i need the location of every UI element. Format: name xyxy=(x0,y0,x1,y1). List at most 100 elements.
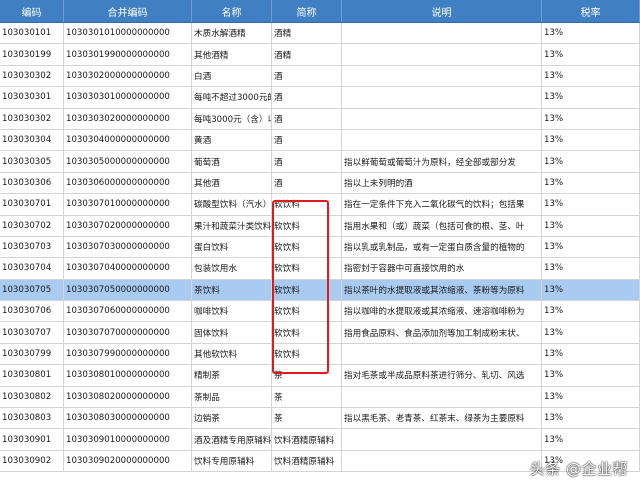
short-name-cell[interactable]: 软饮料 xyxy=(272,236,342,258)
tax-rate-cell[interactable]: 13% xyxy=(542,108,640,129)
table-row[interactable]: 103030305 1030305000000000000 葡萄酒酒指以鲜葡萄或葡萄… xyxy=(0,151,640,173)
merged-code-cell[interactable]: 1030307050000000000 xyxy=(64,279,192,301)
code-cell[interactable]: 103030199 xyxy=(0,44,64,65)
short-name-cell[interactable]: 酒 xyxy=(272,129,342,151)
code-cell[interactable]: 103030302 xyxy=(0,108,64,129)
name-cell[interactable]: 黄酒 xyxy=(192,129,272,151)
name-cell[interactable]: 葡萄酒 xyxy=(192,151,272,172)
merged-code-cell[interactable]: 1030308030000000000 xyxy=(64,408,192,429)
description-cell[interactable]: 指用食品原料、食品添加剂等加工制成粉末状、 xyxy=(342,322,542,343)
description-cell[interactable]: 指用水果和（或）蔬菜（包括可食的根、茎、叶 xyxy=(342,215,542,236)
name-cell[interactable]: 木质水解酒精 xyxy=(192,23,272,44)
code-cell[interactable]: 103030305 xyxy=(0,151,64,172)
short-name-cell[interactable]: 酒 xyxy=(272,87,342,108)
short-name-cell[interactable]: 酒精 xyxy=(272,44,342,65)
tax-rate-cell[interactable]: 13% xyxy=(542,23,640,44)
merged-code-cell[interactable]: 1030306000000000000 xyxy=(64,172,192,194)
code-cell[interactable]: 103030306 xyxy=(0,172,64,194)
tax-rate-cell[interactable]: 13% xyxy=(542,322,640,343)
description-cell[interactable] xyxy=(342,87,542,108)
table-row[interactable]: 103030199 1030301990000000000 其他酒精 酒精 13% xyxy=(0,44,640,66)
name-cell[interactable]: 白酒 xyxy=(192,65,272,87)
tax-rate-cell[interactable]: 13% xyxy=(542,279,640,301)
tax-rate-cell[interactable]: 13% xyxy=(542,343,640,365)
description-cell[interactable]: 指以黑毛茶、老青茶、红茶末、绿茶为主要原料 xyxy=(342,408,542,429)
short-name-cell[interactable]: 酒精 xyxy=(272,23,342,44)
name-cell[interactable]: 蛋白饮料 xyxy=(192,236,272,258)
code-cell[interactable]: 103030706 xyxy=(0,301,64,322)
description-cell[interactable]: 指以茶叶的水提取液或其浓缩液、茶粉等为原料 xyxy=(342,279,542,301)
header-code[interactable]: 编码 xyxy=(0,0,64,22)
name-cell[interactable]: 其他软饮料 xyxy=(192,343,272,365)
code-cell[interactable]: 103030702 xyxy=(0,215,64,236)
short-name-cell[interactable]: 软饮料 xyxy=(272,301,342,322)
name-cell[interactable]: 其他酒精 xyxy=(192,44,272,65)
merged-code-cell[interactable]: 1030307990000000000 xyxy=(64,343,192,365)
description-cell[interactable] xyxy=(342,65,542,87)
short-name-cell[interactable]: 软饮料 xyxy=(272,279,342,301)
name-cell[interactable]: 碳酸型饮料（汽水） xyxy=(192,194,272,215)
table-row[interactable]: 103030703 1030307030000000000 蛋白饮料 软饮料 指以乳或乳… xyxy=(0,236,640,259)
short-name-cell[interactable]: 软饮料 xyxy=(272,343,342,365)
merged-code-cell[interactable]: 1030307010000000000 xyxy=(64,194,192,215)
name-cell[interactable]: 果汁和蔬菜汁类饮料 xyxy=(192,215,272,236)
short-name-cell[interactable]: 酒 xyxy=(272,65,342,87)
table-row[interactable]: 103030306 1030306000000000000 其他酒酒指以上未列明的酒… xyxy=(0,172,640,195)
description-cell[interactable] xyxy=(342,44,542,65)
name-cell[interactable]: 包装饮用水 xyxy=(192,258,272,279)
tax-rate-cell[interactable]: 13% xyxy=(542,87,640,108)
merged-code-cell[interactable]: 1030308020000000000 xyxy=(64,386,192,408)
table-row[interactable]: 103030801 1030308010000000000 精制茶茶指对毛茶或半成品… xyxy=(0,365,640,387)
short-name-cell[interactable]: 茶 xyxy=(272,365,342,386)
name-cell[interactable]: 其他酒 xyxy=(192,172,272,194)
table-row[interactable]: 103030304 1030304000000000000 黄酒酒 13% xyxy=(0,129,640,152)
code-cell[interactable]: 103030703 xyxy=(0,236,64,258)
tax-rate-cell[interactable]: 13% xyxy=(542,44,640,65)
table-row[interactable]: 103030701 1030307010000000000 碳酸型饮料（汽水） 软饮料… xyxy=(0,194,640,216)
description-cell[interactable] xyxy=(342,343,542,365)
merged-code-cell[interactable]: 1030305000000000000 xyxy=(64,151,192,172)
code-cell[interactable]: 103030803 xyxy=(0,408,64,429)
table-row[interactable]: 103030704 1030307040000000000 包装饮用水 软饮料 指密封于… xyxy=(0,258,640,280)
name-cell[interactable]: 饮料专用原辅料 xyxy=(192,450,272,472)
code-cell[interactable]: 103030799 xyxy=(0,343,64,365)
code-cell[interactable]: 103030101 xyxy=(0,23,64,44)
description-cell[interactable]: 指以上未列明的酒 xyxy=(342,172,542,194)
merged-code-cell[interactable]: 1030309020000000000 xyxy=(64,450,192,472)
merged-code-cell[interactable]: 1030303010000000000 xyxy=(64,87,192,108)
name-cell[interactable]: 茶饮料 xyxy=(192,279,272,301)
short-name-cell[interactable]: 软饮料 xyxy=(272,215,342,236)
tax-rate-cell[interactable]: 13% xyxy=(542,258,640,279)
name-cell[interactable]: 每吨不超过3000元的 xyxy=(192,87,272,108)
description-cell[interactable]: 指密封于容器中可直接饮用的水 xyxy=(342,258,542,279)
header-description[interactable]: 说明 xyxy=(342,0,542,22)
table-row[interactable]: 103030803 1030308030000000000 边销茶茶指以黑毛茶、老青… xyxy=(0,408,640,430)
description-cell[interactable] xyxy=(342,129,542,151)
merged-code-cell[interactable]: 1030307020000000000 xyxy=(64,215,192,236)
short-name-cell[interactable]: 饮料酒精原辅料 xyxy=(272,450,342,472)
short-name-cell[interactable]: 酒 xyxy=(272,108,342,129)
table-row[interactable]: 103030901 1030309010000000000 酒及酒精专用原辅料 饮料酒… xyxy=(0,429,640,451)
description-cell[interactable]: 指以鲜葡萄或葡萄汁为原料，经全部或部分发 xyxy=(342,151,542,172)
description-cell[interactable]: 指在一定条件下充入二氧化碳气的饮料；包括果 xyxy=(342,194,542,215)
short-name-cell[interactable]: 茶 xyxy=(272,408,342,429)
merged-code-cell[interactable]: 1030307070000000000 xyxy=(64,322,192,343)
description-cell[interactable] xyxy=(342,23,542,44)
code-cell[interactable]: 103030902 xyxy=(0,450,64,472)
merged-code-cell[interactable]: 1030304000000000000 xyxy=(64,129,192,151)
short-name-cell[interactable]: 茶 xyxy=(272,386,342,408)
tax-rate-cell[interactable]: 13% xyxy=(542,408,640,429)
tax-rate-cell[interactable]: 13% xyxy=(542,215,640,236)
table-row[interactable]: 103030802 1030308020000000000 茶制品茶 13% xyxy=(0,386,640,409)
merged-code-cell[interactable]: 1030302000000000000 xyxy=(64,65,192,87)
name-cell[interactable]: 边销茶 xyxy=(192,408,272,429)
description-cell[interactable] xyxy=(342,450,542,472)
tax-rate-cell[interactable]: 13% xyxy=(542,129,640,151)
merged-code-cell[interactable]: 1030308010000000000 xyxy=(64,365,192,386)
code-cell[interactable]: 103030802 xyxy=(0,386,64,408)
tax-rate-cell[interactable]: 13% xyxy=(542,194,640,215)
name-cell[interactable]: 酒及酒精专用原辅料 xyxy=(192,429,272,450)
table-row[interactable]: 103030707 1030307070000000000 固体饮料 软饮料 指用食品原… xyxy=(0,322,640,344)
short-name-cell[interactable]: 软饮料 xyxy=(272,322,342,343)
tax-rate-cell[interactable]: 13% xyxy=(542,65,640,87)
